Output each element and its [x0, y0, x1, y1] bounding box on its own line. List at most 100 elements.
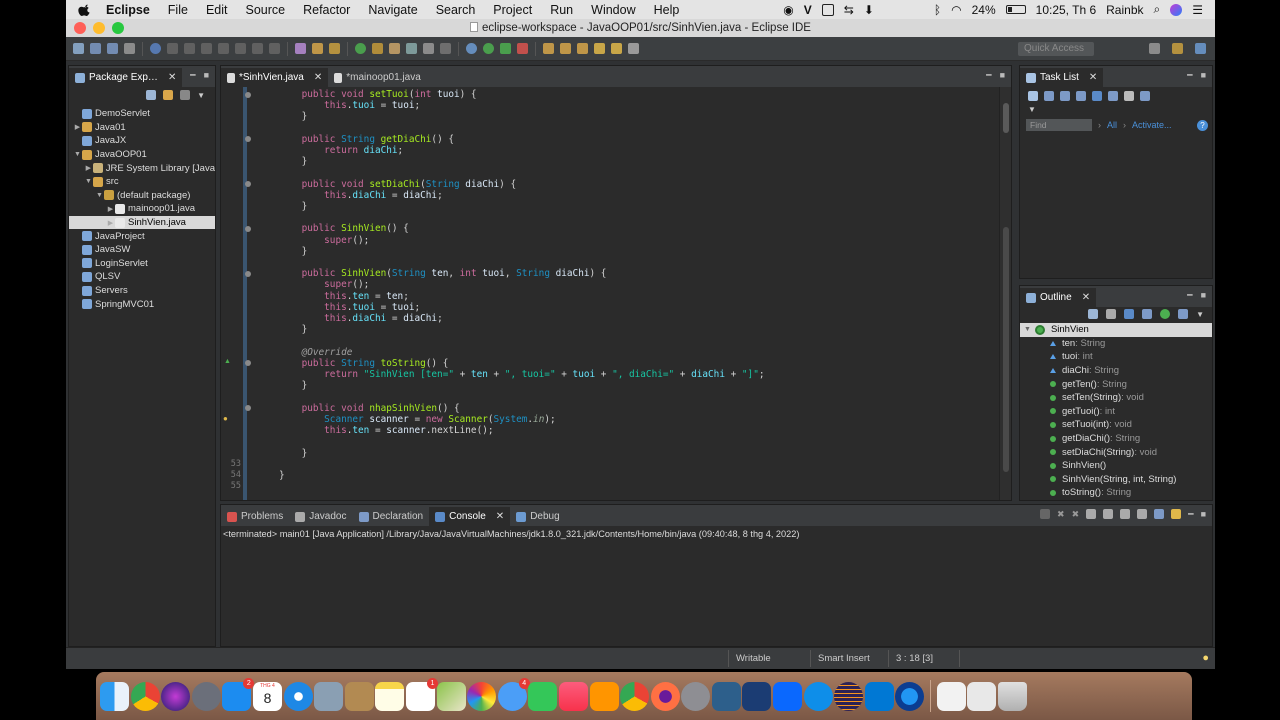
outline-item[interactable]: setTuoi(int) : void	[1020, 418, 1212, 432]
tree-item[interactable]: QLSV	[69, 270, 215, 284]
notes-icon[interactable]	[375, 681, 405, 711]
tree-item[interactable]: ▶ JRE System Library [Java	[69, 161, 215, 175]
hide-nonpublic-icon[interactable]	[1160, 309, 1171, 319]
launchpad-icon[interactable]	[191, 681, 221, 711]
chrome-icon[interactable]	[130, 681, 160, 711]
document-thumbnail-icon[interactable]	[936, 681, 966, 711]
java-perspective-icon[interactable]	[1172, 43, 1183, 54]
filter-icon[interactable]	[1076, 91, 1086, 101]
twisty-icon[interactable]: ▶	[84, 164, 93, 172]
debug-perspective-icon[interactable]	[1195, 43, 1206, 54]
window-icon[interactable]	[821, 3, 834, 16]
tree-item[interactable]: JavaProject	[69, 229, 215, 243]
chrome-2-icon[interactable]	[620, 681, 650, 711]
debug-icon[interactable]	[466, 43, 477, 54]
twisty-icon[interactable]: ▶	[73, 123, 82, 131]
toggle-mark-icon[interactable]	[423, 43, 434, 54]
new-icon[interactable]	[73, 43, 84, 54]
sort-icon[interactable]	[1106, 309, 1117, 319]
new-package-icon[interactable]	[329, 43, 340, 54]
outline-item[interactable]: diaChi : String	[1020, 364, 1212, 378]
hide-fields-icon[interactable]	[1124, 309, 1135, 319]
siri-app-icon[interactable]	[161, 681, 191, 711]
pilcrow-icon[interactable]	[440, 43, 451, 54]
app-store-icon[interactable]: 2	[222, 677, 255, 711]
tree-item[interactable]: JavaJX	[69, 134, 215, 148]
music-icon[interactable]	[558, 681, 588, 711]
step-over-icon[interactable]	[252, 43, 263, 54]
tree-item[interactable]: ▶ SinhVien.java	[69, 215, 215, 230]
bluetooth-icon[interactable]: ᛒ	[934, 3, 941, 17]
task-view-menu-icon[interactable]: ▼	[1020, 105, 1212, 114]
step-return-icon[interactable]	[269, 43, 280, 54]
outline-item[interactable]: SinhVien(String, int, String)	[1020, 473, 1212, 487]
expanded-twisty-icon[interactable]: ▼	[1024, 326, 1031, 333]
close-icon[interactable]: ✕	[1089, 72, 1097, 83]
outline-item[interactable]: toString() : String	[1020, 486, 1212, 500]
print-icon[interactable]	[124, 43, 135, 54]
outline-item[interactable]: setDiaChi(String) : void	[1020, 445, 1212, 459]
console-output[interactable]: <terminated> main01 [Java Application] /…	[221, 526, 1212, 542]
download-icon[interactable]: ⬇	[864, 3, 874, 17]
synchronize-icon[interactable]	[1140, 91, 1150, 101]
outline-item[interactable]: getTuoi() : int	[1020, 405, 1212, 419]
outline-item[interactable]: ten : String	[1020, 337, 1212, 351]
edit-icon[interactable]	[406, 43, 417, 54]
system-preferences-icon[interactable]	[681, 681, 711, 711]
show-stdout-icon[interactable]	[1103, 509, 1114, 519]
scroll-lock-icon[interactable]	[1086, 509, 1097, 519]
maximize-icon[interactable]: ■	[1201, 70, 1206, 81]
messages-icon[interactable]: 4	[497, 677, 530, 711]
twisty-icon[interactable]: ▼	[95, 192, 104, 199]
outline-item[interactable]: SinhVien()	[1020, 459, 1212, 473]
code-lines[interactable]: public void setTuoi(int tuoi) { this.tuo…	[279, 89, 765, 492]
categorize-icon[interactable]	[1044, 91, 1054, 101]
close-icon[interactable]: ✕	[496, 511, 504, 522]
tree-item[interactable]: ▼ (default package)	[69, 189, 215, 203]
vectorize-icon[interactable]: V	[804, 3, 812, 17]
hide-static-icon[interactable]	[1142, 309, 1153, 319]
link-editor-icon[interactable]	[163, 90, 174, 100]
tab-debug[interactable]: Debug	[510, 507, 565, 526]
fold-marker-icon[interactable]	[245, 270, 251, 277]
tree-item[interactable]: DemoServlet	[69, 107, 215, 121]
battery-icon[interactable]	[1005, 5, 1026, 14]
document-thumbnail-2-icon[interactable]	[967, 681, 997, 711]
close-window-button[interactable]	[74, 22, 86, 34]
archive-utility-icon[interactable]	[344, 681, 374, 711]
zoom-window-button[interactable]	[112, 22, 124, 34]
tree-item[interactable]: JavaSW	[69, 243, 215, 257]
clock[interactable]: 10:25, Th 6	[1036, 3, 1097, 17]
pin-editor-icon[interactable]	[628, 43, 639, 54]
finder-icon[interactable]	[100, 681, 129, 711]
collapse-all-icon[interactable]	[146, 90, 157, 100]
maximize-icon[interactable]: ■	[204, 70, 209, 81]
display-console-icon[interactable]	[1154, 509, 1165, 519]
outline-view-menu-icon[interactable]: ▼	[1196, 310, 1204, 319]
firefox-icon[interactable]	[650, 681, 680, 711]
maps-icon[interactable]	[436, 681, 466, 711]
tab-package-explorer[interactable]: Package Exp… ✕	[69, 68, 183, 87]
record-icon[interactable]: ◉	[783, 3, 793, 17]
apple-icon[interactable]	[78, 3, 92, 17]
editor-tab[interactable]: *mainoop01.java	[328, 68, 427, 87]
schedule-icon[interactable]	[1060, 91, 1070, 101]
quick-access-input[interactable]: Quick Access	[1018, 41, 1094, 56]
safari-icon[interactable]	[283, 681, 313, 711]
editor-tab[interactable]: *SinhVien.java ✕	[221, 68, 329, 87]
calendar-icon[interactable]: THG 4 8	[252, 681, 282, 711]
outline-class-row[interactable]: ▼ SinhVien	[1020, 323, 1212, 337]
menu-source[interactable]: Source	[245, 3, 285, 17]
eclipse-ide-icon[interactable]	[834, 681, 864, 711]
menu-refactor[interactable]: Refactor	[303, 3, 350, 17]
tree-item[interactable]: ▼ JavaOOP01	[69, 148, 215, 162]
terminate-console-icon[interactable]	[1040, 509, 1051, 519]
tree-item[interactable]: ▶ Java01	[69, 121, 215, 135]
fold-marker-icon[interactable]	[245, 91, 251, 98]
siri-icon[interactable]	[1170, 3, 1183, 16]
facetime-icon[interactable]	[528, 681, 558, 711]
open-console-icon[interactable]	[1171, 509, 1182, 519]
menu-file[interactable]: File	[168, 3, 188, 17]
new-class-icon[interactable]	[355, 43, 366, 54]
menu-help[interactable]: Help	[654, 3, 680, 17]
